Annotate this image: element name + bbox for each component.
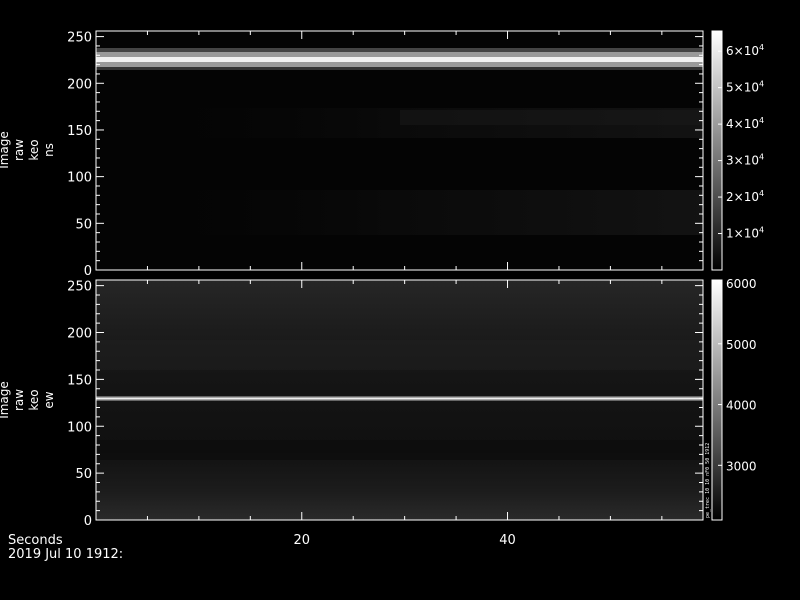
panel-ns-ylabel-line-4: ns xyxy=(42,143,56,157)
colorbar-ns: 1×104 2×104 3×104 4×104 5×104 6×104 xyxy=(711,30,764,271)
colorbar-ns-tick-label: 6×104 xyxy=(726,43,764,58)
panel-ew-y-tick-label: 0 xyxy=(84,514,92,529)
colorbar-ns-tick-label: 5×104 xyxy=(726,80,764,95)
panel-ew-y-tick-label: 200 xyxy=(67,327,92,342)
colorbar-ns-tick-label: 2×104 xyxy=(726,189,764,204)
panel-ew: 0 50 100 150 200 250 Image raw keo ew xyxy=(0,279,704,529)
colorbar-ew-side-text: pe_trec 10 10 nF0 50 1912 xyxy=(705,443,711,518)
panel-ew-ylabel-line-2: raw xyxy=(12,389,26,411)
x-tick-labels: 20 40 xyxy=(293,533,515,548)
x-tick-label: 20 xyxy=(293,533,310,548)
keogram-figure: 050100150200250 Image raw keo ns 1×1042×… xyxy=(0,30,764,562)
panel-ns-glow xyxy=(96,48,703,52)
panel-ns-y-tick-label: 50 xyxy=(75,217,92,232)
panel-ns: 0 50 100 150 200 250 Image raw keo ns xyxy=(0,30,704,279)
panel-ns-y-tick-label: 0 xyxy=(84,264,92,279)
colorbar-ew-tick-label: 3000 xyxy=(726,459,757,473)
panel-ns-band-upper xyxy=(400,110,703,125)
x-tick-label: 40 xyxy=(499,533,516,548)
panel-ew-band-b xyxy=(96,440,703,460)
panel-ns-y-tick-label: 150 xyxy=(67,124,92,139)
panel-ns-glow-low xyxy=(96,67,703,70)
colorbar-ns-gradient xyxy=(711,30,723,271)
colorbar-ns-tick-label: 1×104 xyxy=(726,226,764,241)
panel-ns-y-tick-label: 100 xyxy=(67,171,92,186)
panel-ns-ylabel-line-2: raw xyxy=(12,139,26,161)
colorbar-ew-tick-label: 5000 xyxy=(726,338,757,352)
panel-ew-band-a xyxy=(96,340,703,370)
colorbar-ns-tick-label: 3×104 xyxy=(726,153,764,168)
panel-ns-y-tick-label: 250 xyxy=(67,31,92,46)
panel-ns-bright-inner xyxy=(96,57,703,62)
panel-ew-ylabel-line-3: keo xyxy=(27,389,41,410)
panel-ew-ylabel-line-1: Image xyxy=(0,381,11,419)
colorbar-ns-ticks: 1×104 2×104 3×104 4×104 5×104 6×104 xyxy=(718,43,764,241)
colorbar-ew-gradient xyxy=(711,279,723,521)
colorbar-ns-tick-label: 4×104 xyxy=(726,116,764,131)
panel-ns-ylabel-line-1: Image xyxy=(0,131,11,169)
panel-ew-y-tick-label: 150 xyxy=(67,373,92,388)
panel-ns-ylabel-line-3: keo xyxy=(27,139,41,160)
panel-ew-y-tick-label: 50 xyxy=(75,467,92,482)
panel-ns-y-tick-label: 200 xyxy=(67,77,92,92)
footer-seconds-label: Seconds xyxy=(8,533,63,548)
panel-ew-ylabel-line-4: ew xyxy=(42,391,56,408)
colorbar-ew-ticks: 3000 4000 5000 6000 xyxy=(718,277,757,473)
panel-ew-y-tick-label: 250 xyxy=(67,280,92,295)
panel-ew-bright-inner xyxy=(96,397,703,400)
colorbar-ew-tick-label: 4000 xyxy=(726,399,757,413)
colorbar-ew-tick-label: 6000 xyxy=(726,277,757,291)
footer-date-label: 2019 Jul 10 1912: xyxy=(8,547,123,562)
colorbar-ew: 3000 4000 5000 6000 pe_trec 10 10 nF0 50 19… xyxy=(705,277,757,521)
panel-ew-y-tick-label: 100 xyxy=(67,420,92,435)
panel-ns-band-low xyxy=(96,190,703,235)
